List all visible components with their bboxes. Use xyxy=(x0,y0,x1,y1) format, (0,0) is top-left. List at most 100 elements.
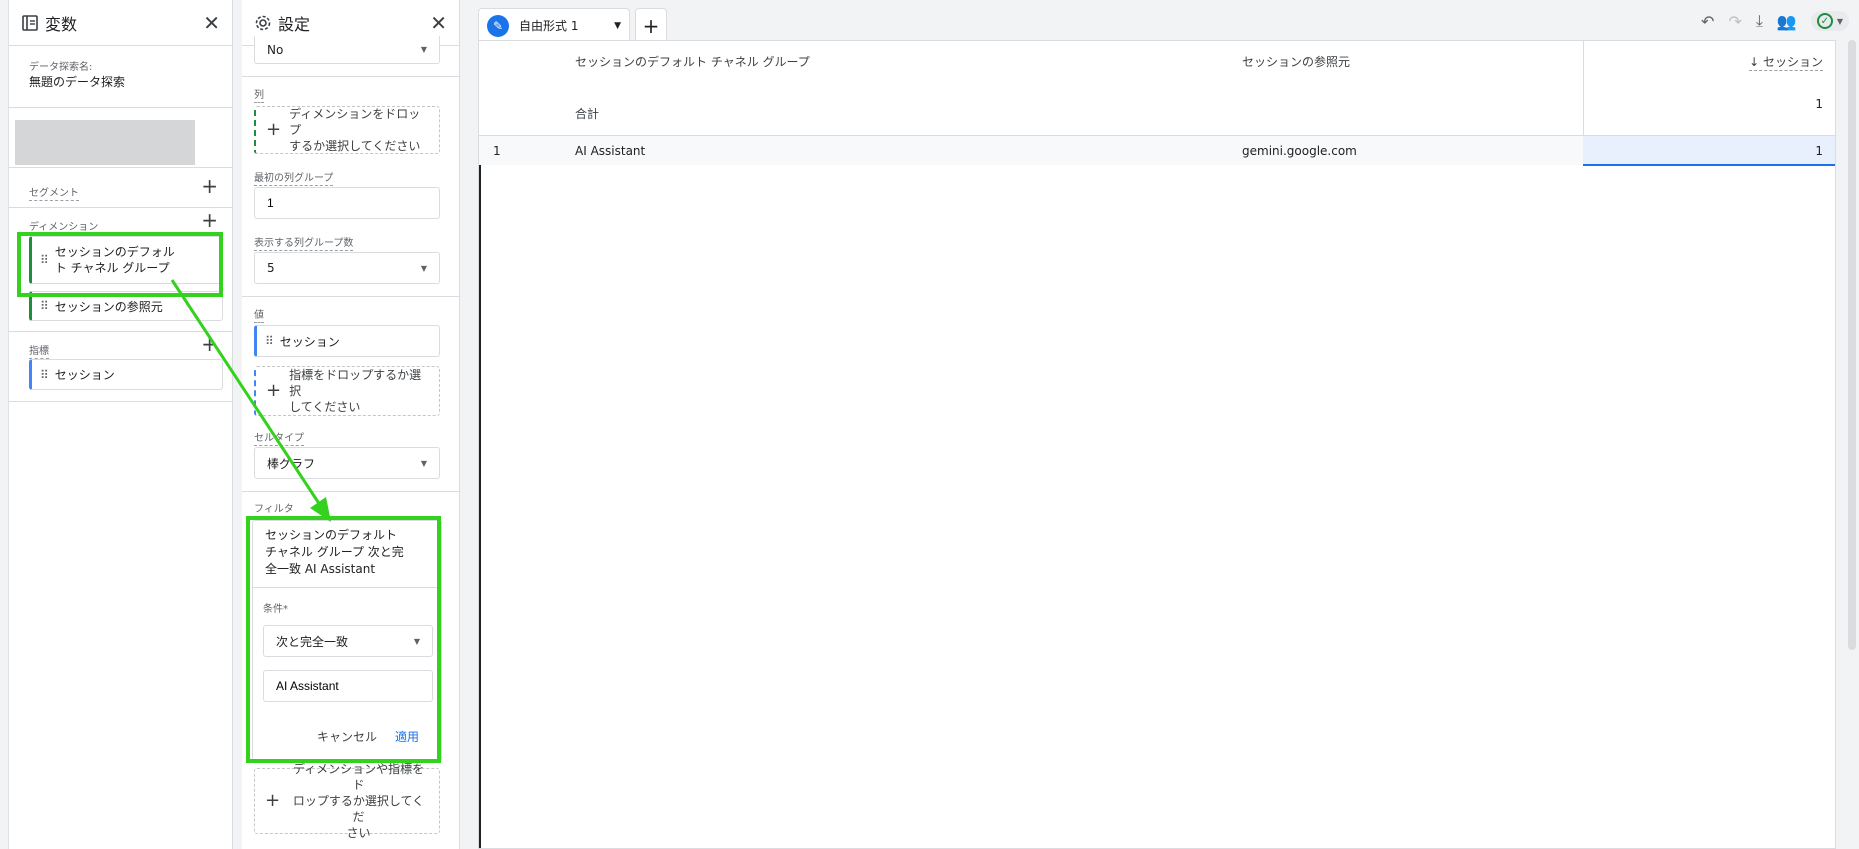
values-label: 値 xyxy=(254,306,264,323)
segment-label: セグメント xyxy=(29,184,79,201)
cancel-button[interactable]: キャンセル xyxy=(317,728,377,745)
metric-chip-label: セッション xyxy=(54,368,115,382)
total-label: 合計 xyxy=(575,107,600,121)
pencil-icon[interactable]: ✎ xyxy=(487,14,509,37)
columns-dropzone-line1: ディメンションをドロップ xyxy=(289,107,421,137)
value-chip-sessions[interactable]: ⠿ セッション xyxy=(254,325,440,357)
variables-header: 変数 ✕ xyxy=(9,0,232,46)
variables-title: 変数 xyxy=(45,14,78,34)
exploration-name[interactable]: 無題のデータ探索 xyxy=(29,73,125,90)
column-header-source[interactable]: セッションの参照元 xyxy=(1242,53,1350,70)
filter-dropzone[interactable]: + ディメンションや指標をド ロップするか選択してくだ さい xyxy=(254,762,440,840)
add-metric-button[interactable]: + xyxy=(201,334,218,354)
first-group-label: 最初の列グループ xyxy=(254,169,334,186)
chevron-down-icon: ▼ xyxy=(420,263,427,273)
metric-chip-sessions[interactable]: ⠿ セッション xyxy=(29,359,223,390)
variables-panel: 変数 ✕ データ探索名: 無題のデータ探索 セグメント + ディメンション + … xyxy=(8,0,233,849)
metric-label: 指標 xyxy=(29,342,49,359)
drag-handle-icon[interactable]: ⠿ xyxy=(265,334,274,348)
groups-count-value: 5 xyxy=(267,261,275,275)
values-dropzone-line2: してください xyxy=(289,400,361,414)
plus-icon: + xyxy=(266,119,282,140)
metric-section: 指標 + ⠿ セッション xyxy=(9,332,232,402)
add-segment-button[interactable]: + xyxy=(201,176,218,196)
drag-handle-icon[interactable]: ⠿ xyxy=(40,368,49,382)
table-row[interactable]: 1 AI Assistant gemini.google.com 1 xyxy=(479,135,1835,166)
filter-editor: セッションのデフォルト チャネル グループ 次と完 全一致 AI Assista… xyxy=(252,520,442,762)
selected-cell[interactable] xyxy=(1583,136,1835,166)
settings-title: 設定 xyxy=(278,14,311,34)
status-menu[interactable]: ✓ ▼ xyxy=(1810,11,1849,31)
top-select-value: No xyxy=(267,42,284,57)
top-select[interactable]: No ▼ xyxy=(254,36,440,64)
tab-freeform-1[interactable]: ✎ 自由形式 1 ▼ xyxy=(478,8,630,42)
columns-label: 列 xyxy=(254,86,264,103)
cell-type-select[interactable]: 棒グラフ ▼ xyxy=(254,447,440,479)
dimension-chip-label: セッションの参照元 xyxy=(54,299,163,314)
filter-label: フィルタ xyxy=(254,500,294,517)
chevron-down-icon: ▼ xyxy=(1836,16,1843,26)
plus-icon: + xyxy=(266,380,282,401)
exploration-name-section: データ探索名: 無題のデータ探索 xyxy=(9,46,232,108)
filter-summary-line3: 全一致 AI Assistant xyxy=(265,562,376,576)
tab-strip: ✎ 自由形式 1 ▼ + ↶ ↷ ⤓ 👥 ✓ ▼ xyxy=(478,6,1859,42)
redo-icon[interactable]: ↷ xyxy=(1728,12,1741,31)
groups-count-label: 表示する列グループ数 xyxy=(254,234,354,251)
cell-type-label: セルタイプ xyxy=(254,429,304,446)
dimension-chip-channel-group[interactable]: ⠿ セッションのデフォル ト チャネル グループ xyxy=(29,236,223,284)
value-chip-label: セッション xyxy=(279,334,340,349)
filter-dropzone-line1: ディメンションや指標をド xyxy=(292,762,425,792)
vertical-scrollbar[interactable] xyxy=(1848,40,1856,650)
share-user-icon[interactable]: 👥 xyxy=(1777,12,1797,31)
toolbar: ↶ ↷ ⤓ 👥 ✓ ▼ xyxy=(1701,6,1849,36)
columns-dropzone-line2: するか選択してください xyxy=(289,139,421,153)
total-value: 1 xyxy=(1815,97,1823,111)
close-icon[interactable]: ✕ xyxy=(430,11,447,35)
chevron-down-icon: ▼ xyxy=(413,636,420,646)
column-header-sessions[interactable]: ↓ セッション xyxy=(1749,53,1823,71)
tab-label: 自由形式 1 xyxy=(519,19,579,33)
row-channel: AI Assistant xyxy=(575,144,646,158)
column-header-sessions-cell: ↓ セッション 1 xyxy=(1583,41,1835,135)
sort-arrow-down-icon: ↓ xyxy=(1749,55,1760,69)
first-group-input[interactable] xyxy=(254,187,440,219)
exploration-name-label: データ探索名: xyxy=(29,62,93,73)
freeform-table: セッションのデフォルト チャネル グループ セッションの参照元 ↓ セッション … xyxy=(478,40,1836,849)
columns-dropzone[interactable]: + ディメンションをドロップ するか選択してください xyxy=(254,106,440,154)
download-icon[interactable]: ⤓ xyxy=(1756,11,1763,31)
filter-dropzone-line3: さい xyxy=(346,826,371,840)
drag-handle-icon[interactable]: ⠿ xyxy=(40,299,49,313)
values-dropzone[interactable]: + 指標をドロップするか選択 してください xyxy=(254,366,440,416)
cell-type-value: 棒グラフ xyxy=(267,456,316,471)
close-icon[interactable]: ✕ xyxy=(203,11,220,35)
settings-panel: 設定 ✕ No ▼ 列 + ディメンションをドロップ するか選択してください 最… xyxy=(242,0,460,849)
apply-button[interactable]: 適用 xyxy=(395,728,419,745)
values-dropzone-line1: 指標をドロップするか選択 xyxy=(289,368,422,398)
groups-count-select[interactable]: 5 ▼ xyxy=(254,252,440,284)
drag-handle-icon[interactable]: ⠿ xyxy=(40,253,49,267)
dimension-chip-line2: ト チャネル グループ xyxy=(54,261,170,275)
condition-select[interactable]: 次と完全一致 ▼ xyxy=(263,625,433,657)
add-tab-button[interactable]: + xyxy=(635,8,667,42)
undo-icon[interactable]: ↶ xyxy=(1701,12,1714,31)
row-source: gemini.google.com xyxy=(1242,144,1357,158)
table-left-border xyxy=(479,165,481,848)
row-sessions: 1 xyxy=(1815,144,1823,158)
dimension-section: ディメンション + ⠿ セッションのデフォル ト チャネル グループ ⠿ セッシ… xyxy=(9,208,232,332)
column-header-channel-group[interactable]: セッションのデフォルト チャネル グループ xyxy=(575,53,810,70)
add-dimension-button[interactable]: + xyxy=(201,210,218,230)
dimension-chip-source[interactable]: ⠿ セッションの参照元 xyxy=(29,291,223,321)
segment-section: セグメント + xyxy=(9,168,232,208)
match-value-input[interactable] xyxy=(263,670,433,702)
divider xyxy=(242,491,459,492)
chevron-down-icon[interactable]: ▼ xyxy=(614,21,621,31)
check-circle-icon: ✓ xyxy=(1816,13,1833,29)
variables-icon xyxy=(22,14,38,31)
filter-summary[interactable]: セッションのデフォルト チャネル グループ 次と完 全一致 AI Assista… xyxy=(265,527,404,578)
filter-dropzone-line2: ロップするか選択してくだ xyxy=(292,794,425,824)
divider xyxy=(253,587,441,588)
plus-icon: + xyxy=(265,790,281,811)
condition-label: 条件* xyxy=(263,604,288,615)
dimension-label: ディメンション xyxy=(29,218,99,235)
date-range-placeholder[interactable] xyxy=(15,120,195,165)
